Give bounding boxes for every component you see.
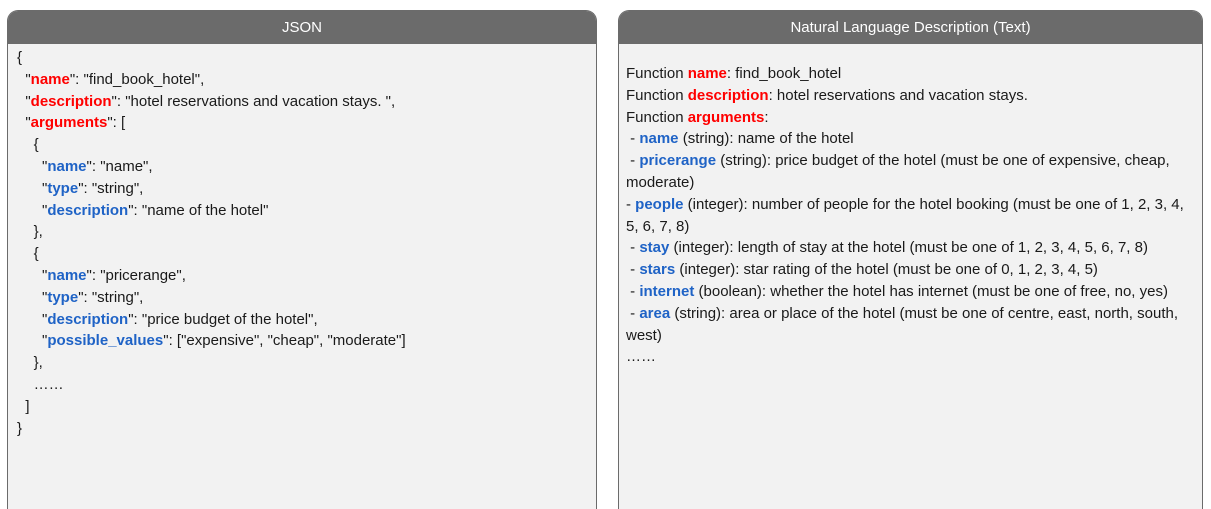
argument-lead: - [626,304,640,322]
json-line: { [17,49,23,66]
argument-lead: - [626,282,640,300]
argument-detail: (integer): star rating of the hotel (mus… [675,261,1098,279]
function-name-prefix: Function [626,65,688,82]
argument-item: - pricerange (string): price budget of t… [626,150,1194,194]
function-description-line: Function description: hotel reservations… [626,85,1194,107]
json-line: "description": "price budget of the hote… [17,310,318,328]
function-name-value: : find_book_hotel [726,65,842,82]
json-line: }, [17,223,43,241]
argument-detail: (string): area or place of the hotel (mu… [626,304,1178,344]
argument-key: name [639,130,679,148]
json-line: }, [17,354,43,372]
argument-lead: - [626,152,640,170]
argument-item: - stay (integer): length of stay at the … [626,237,1194,259]
json-key: description [47,201,129,219]
argument-item: - people (integer): number of people for… [626,194,1194,238]
json-line: "possible_values": ["expensive", "cheap"… [17,332,406,350]
json-panel-header: JSON [8,11,596,44]
json-key: type [47,179,79,197]
argument-lead: - [626,130,640,148]
text-description-block: Function name: find_book_hotel Function … [619,44,1202,368]
json-code-block: { "name": "find_book_hotel", "descriptio… [8,44,596,439]
json-line: "name": "find_book_hotel", [17,70,205,88]
json-key: name [47,157,87,175]
json-line: "name": "pricerange", [17,266,186,284]
json-line: { [17,245,39,263]
argument-key: stars [639,261,676,279]
json-line: ] [17,397,30,415]
argument-key: internet [639,282,695,300]
json-line: "type": "string", [17,288,144,306]
json-line: "arguments": [ [17,114,126,132]
argument-key: people [635,195,684,213]
argument-detail: (string): name of the hotel [678,130,854,148]
json-line: …… [17,375,64,393]
json-key: description [47,310,129,328]
function-desc-key: description [687,86,769,104]
argument-lead: - [626,239,640,257]
argument-lead: - [626,195,636,213]
json-line: } [17,419,23,437]
json-line: "type": "string", [17,179,144,197]
json-panel: JSON { "name": "find_book_hotel", "descr… [7,10,597,509]
json-line: "description": "hotel reservations and v… [17,92,396,110]
argument-item: - internet (boolean): whether the hotel … [626,281,1194,303]
argument-item: - stars (integer): star rating of the ho… [626,259,1194,281]
json-line: { [17,136,39,154]
function-name-line: Function name: find_book_hotel [626,63,1194,85]
argument-detail: (integer): length of stay at the hotel (… [669,239,1148,257]
text-ellipsis: …… [626,348,656,366]
argument-item: - area (string): area or place of the ho… [626,303,1194,347]
function-arguments-line: Function arguments: [626,107,1194,129]
json-key: arguments [30,114,108,132]
function-desc-value: : hotel reservations and vacation stays. [768,86,1028,104]
argument-detail: (integer): number of people for the hote… [626,195,1184,235]
argument-item: - name (string): name of the hotel [626,128,1194,150]
json-line: "name": "name", [17,157,153,175]
argument-key: stay [639,239,670,257]
function-args-key: arguments [687,108,765,126]
function-args-suffix: : [764,108,769,126]
json-key: name [47,266,87,284]
text-panel-header: Natural Language Description (Text) [619,11,1202,44]
function-name-key: name [687,65,727,82]
argument-lead: - [626,261,640,279]
json-key: possible_values [47,332,164,350]
argument-detail: (boolean): whether the hotel has interne… [694,282,1168,300]
function-desc-prefix: Function [626,86,688,104]
json-key: type [47,288,79,306]
text-panel: Natural Language Description (Text) Func… [618,10,1203,509]
json-key: description [30,92,112,110]
argument-key: area [639,304,671,322]
json-key: name [30,70,70,88]
function-args-prefix: Function [626,108,688,126]
argument-key: pricerange [639,152,717,170]
json-line: "description": "name of the hotel" [17,201,269,219]
